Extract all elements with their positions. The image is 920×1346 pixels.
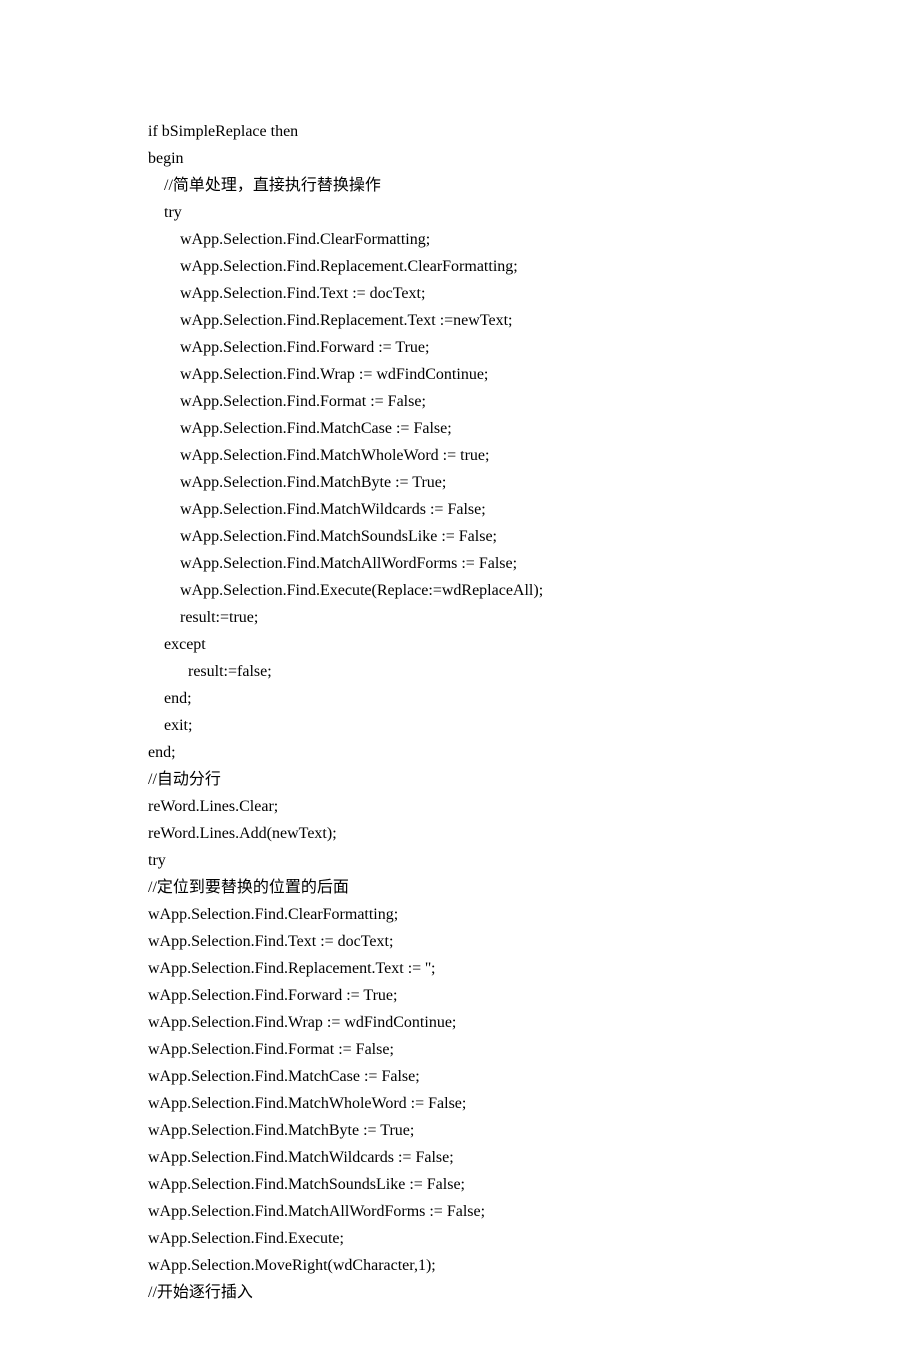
code-line: //自动分行	[148, 766, 880, 793]
code-line: exit;	[148, 712, 880, 739]
code-line: wApp.Selection.Find.ClearFormatting;	[148, 226, 880, 253]
code-line: wApp.Selection.Find.Format := False;	[148, 388, 880, 415]
code-line: wApp.Selection.Find.MatchSoundsLike := F…	[148, 523, 880, 550]
code-line: reWord.Lines.Clear;	[148, 793, 880, 820]
code-line: wApp.Selection.Find.Wrap := wdFindContin…	[148, 361, 880, 388]
code-line: wApp.Selection.Find.MatchByte := True;	[148, 469, 880, 496]
code-line: result:=true;	[148, 604, 880, 631]
code-line: if bSimpleReplace then	[148, 118, 880, 145]
code-line: wApp.Selection.Find.MatchAllWordForms :=…	[148, 550, 880, 577]
code-line: wApp.Selection.Find.MatchWildcards := Fa…	[148, 1144, 880, 1171]
code-line: wApp.Selection.Find.Execute;	[148, 1225, 880, 1252]
code-line: wApp.Selection.Find.Forward := True;	[148, 334, 880, 361]
code-line: try	[148, 199, 880, 226]
code-line: wApp.Selection.Find.MatchWildcards := Fa…	[148, 496, 880, 523]
code-line: wApp.Selection.Find.Replacement.Text :=n…	[148, 307, 880, 334]
code-line: begin	[148, 145, 880, 172]
code-line: //简单处理，直接执行替换操作	[148, 172, 880, 199]
code-line: wApp.Selection.Find.MatchWholeWord := tr…	[148, 442, 880, 469]
code-line: end;	[148, 685, 880, 712]
code-line: except	[148, 631, 880, 658]
code-line: result:=false;	[148, 658, 880, 685]
code-line: wApp.Selection.Find.MatchAllWordForms :=…	[148, 1198, 880, 1225]
document-page: if bSimpleReplace thenbegin //简单处理，直接执行替…	[0, 0, 920, 1346]
code-line: wApp.Selection.Find.Execute(Replace:=wdR…	[148, 577, 880, 604]
code-line: try	[148, 847, 880, 874]
code-line: wApp.Selection.Find.MatchSoundsLike := F…	[148, 1171, 880, 1198]
code-line: reWord.Lines.Add(newText);	[148, 820, 880, 847]
code-line: wApp.Selection.Find.Text := docText;	[148, 928, 880, 955]
code-line: wApp.Selection.Find.MatchCase := False;	[148, 415, 880, 442]
code-line: wApp.Selection.Find.MatchByte := True;	[148, 1117, 880, 1144]
code-line: wApp.Selection.Find.MatchWholeWord := Fa…	[148, 1090, 880, 1117]
code-line: wApp.Selection.Find.MatchCase := False;	[148, 1063, 880, 1090]
code-line: wApp.Selection.Find.Wrap := wdFindContin…	[148, 1009, 880, 1036]
code-line: wApp.Selection.Find.Forward := True;	[148, 982, 880, 1009]
code-line: wApp.Selection.Find.ClearFormatting;	[148, 901, 880, 928]
code-line: wApp.Selection.Find.Format := False;	[148, 1036, 880, 1063]
code-line: wApp.Selection.Find.Replacement.Text := …	[148, 955, 880, 982]
code-line: end;	[148, 739, 880, 766]
code-line: //定位到要替换的位置的后面	[148, 874, 880, 901]
code-line: wApp.Selection.Find.Replacement.ClearFor…	[148, 253, 880, 280]
code-line: wApp.Selection.MoveRight(wdCharacter,1);	[148, 1252, 880, 1279]
code-line: wApp.Selection.Find.Text := docText;	[148, 280, 880, 307]
